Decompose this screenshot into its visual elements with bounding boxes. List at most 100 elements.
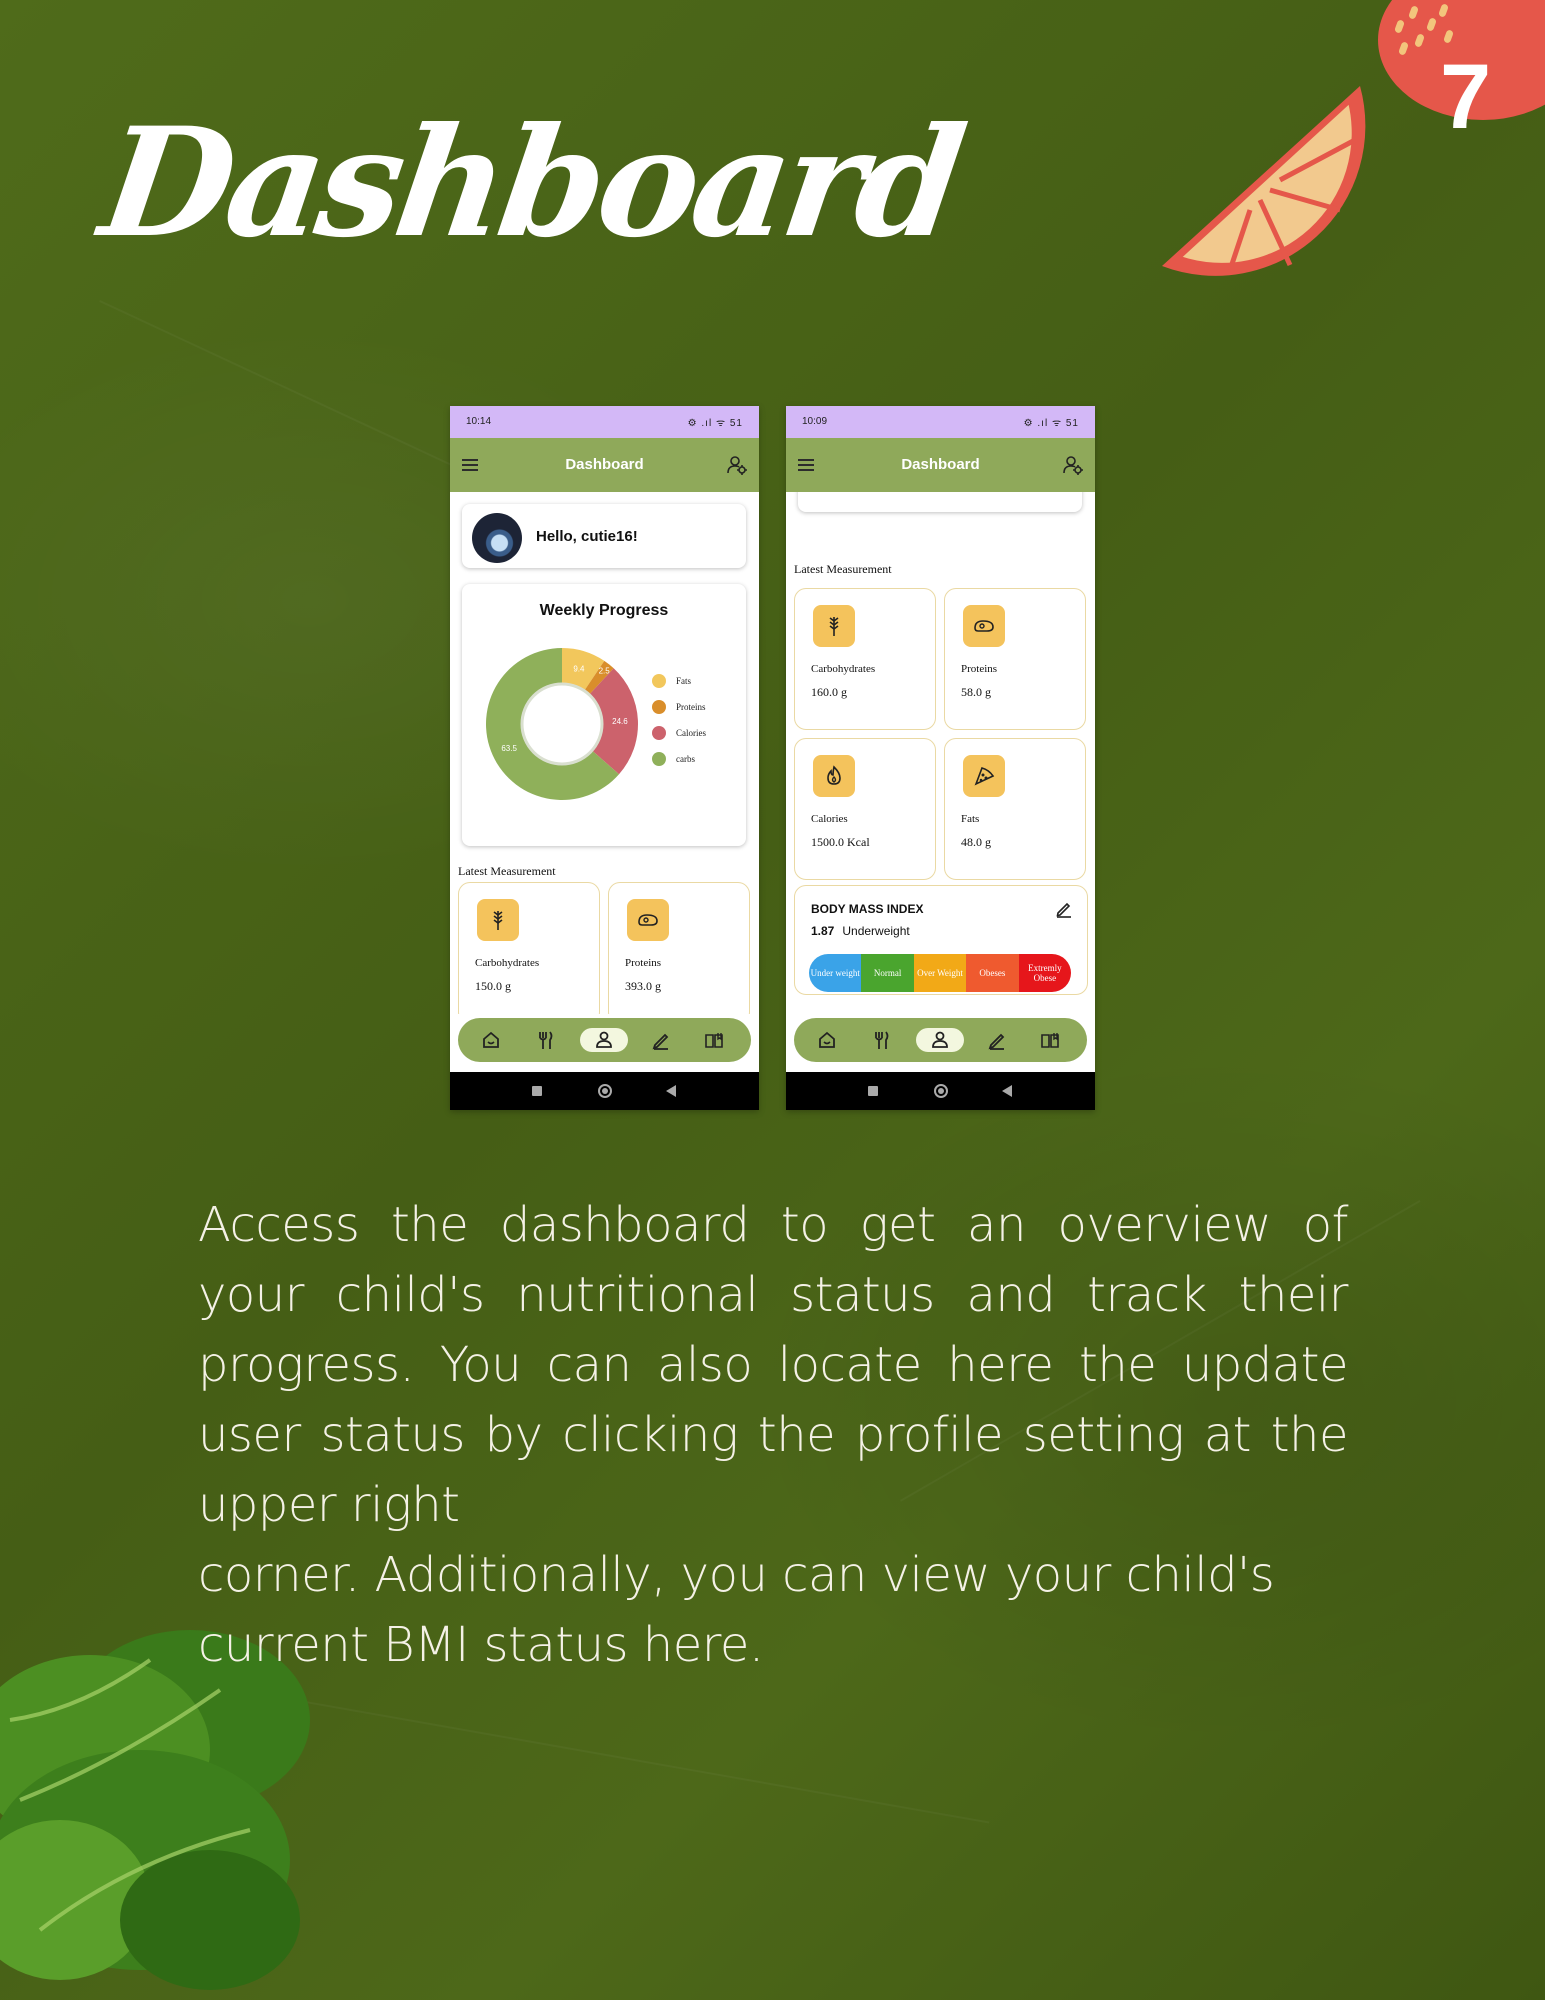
measurement-card-carbohydrates[interactable]: Carbohydrates 160.0 g — [794, 588, 936, 730]
measurement-label: Proteins — [625, 957, 662, 969]
bmi-value: 1.87 — [811, 924, 835, 938]
bmi-title: BODY MASS INDEX — [811, 902, 924, 916]
status-time: 10:14 — [466, 416, 492, 427]
home-icon[interactable] — [816, 1029, 838, 1051]
measurement-card-carbohydrates[interactable]: Carbohydrates 150.0 g — [458, 882, 600, 1014]
measurement-card-proteins[interactable]: Proteins 393.0 g — [608, 882, 750, 1014]
status-icons: ⚙ .ıl ᯤ 51 — [687, 418, 743, 429]
avatar[interactable] — [472, 513, 522, 563]
greeting-card: Hello, cutie16! — [462, 504, 746, 568]
measurement-value: 48.0 g — [961, 835, 991, 849]
donut-label: 63.5 — [501, 744, 517, 753]
home-button[interactable] — [598, 1084, 612, 1098]
recents-button[interactable] — [532, 1086, 542, 1096]
bmi-reading: 1.87 Underweight — [811, 924, 910, 938]
bmi-scale-underweight: Under weight — [809, 954, 862, 992]
wheat-icon — [829, 617, 839, 636]
back-button[interactable] — [666, 1085, 676, 1097]
measurement-value: 160.0 g — [811, 685, 847, 699]
donut-label: 9.4 — [573, 665, 585, 674]
page-title: Dashboard — [91, 95, 970, 271]
profile-settings-icon[interactable] — [726, 454, 748, 476]
latest-measurement-title: Latest Measurement — [794, 562, 892, 576]
description-body: Access the dashboard to get an overview … — [198, 1197, 1349, 1533]
utensils-icon[interactable] — [534, 1029, 556, 1051]
weekly-progress-card: Weekly Progress 9.4 2.5 24.6 63.5 Fats Prote… — [462, 584, 746, 846]
legend-label: Fats — [676, 676, 692, 686]
bmi-scale-obese: Obeses — [966, 954, 1019, 992]
bmi-scale-normal: Normal — [861, 954, 914, 992]
legend-item: Fats — [652, 674, 706, 688]
book-icon[interactable] — [1039, 1029, 1061, 1051]
greeting-text: Hello, cutie16! — [536, 528, 638, 545]
meat-icon-box — [963, 605, 1005, 647]
legend-swatch — [652, 752, 666, 766]
bmi-scale-overweight: Over Weight — [913, 954, 967, 992]
progress-title: Weekly Progress — [539, 602, 669, 619]
chart-legend: Fats Proteins Calories carbs — [652, 674, 706, 778]
measurement-value: 150.0 g — [475, 979, 511, 993]
home-icon[interactable] — [480, 1029, 502, 1051]
latest-measurement-title: Latest Measurement — [458, 864, 556, 878]
app-bar-title: Dashboard — [565, 456, 644, 473]
edit-icon[interactable] — [1055, 900, 1073, 918]
book-icon[interactable] — [703, 1029, 725, 1051]
measurement-label: Calories — [811, 813, 848, 825]
legend-swatch — [652, 700, 666, 714]
legend-label: Proteins — [676, 702, 706, 712]
edit-icon[interactable] — [650, 1029, 672, 1051]
pizza-icon-box — [963, 755, 1005, 797]
legend-item: carbs — [652, 752, 706, 766]
bmi-scale-extremely-obese: Extremly Obese — [1018, 954, 1071, 992]
flame-icon — [827, 765, 841, 785]
status-icons: ⚙ .ıl ᯤ 51 — [1023, 418, 1079, 429]
app-bar-title: Dashboard — [901, 456, 980, 473]
app-bar: Dashboard — [786, 438, 1095, 492]
measurement-label: Proteins — [961, 663, 998, 675]
measurement-value: 393.0 g — [625, 979, 661, 993]
phone-screenshot-2: 10:09 ⚙ .ıl ᯤ 51 Dashboard Latest Measur… — [786, 406, 1095, 1110]
meat-icon — [974, 620, 994, 632]
description-text: Access the dashboard to get an overview … — [198, 1190, 1349, 1680]
wheat-icon-box — [477, 899, 519, 941]
wheat-icon — [493, 911, 503, 930]
measurement-value: 1500.0 Kcal — [811, 835, 870, 849]
meat-icon-box — [627, 899, 669, 941]
phone-screenshot-1: 10:14 ⚙ .ıl ᯤ 51 Dashboard Hello, cutie1… — [450, 406, 759, 1110]
weekly-progress-card-scrolled — [798, 492, 1082, 512]
utensils-icon[interactable] — [870, 1029, 892, 1051]
back-button[interactable] — [1002, 1085, 1012, 1097]
recents-button[interactable] — [868, 1086, 878, 1096]
meat-icon — [638, 914, 658, 926]
pizza-icon — [974, 767, 995, 786]
profile-icon[interactable] — [929, 1029, 951, 1051]
measurement-card-proteins[interactable]: Proteins 58.0 g — [944, 588, 1086, 730]
donut-hole — [520, 682, 604, 766]
system-navigation-bar — [786, 1072, 1095, 1110]
orange-slice-icon — [1162, 86, 1366, 276]
donut-label: 24.6 — [612, 717, 628, 726]
legend-item: Proteins — [652, 700, 706, 714]
measurement-label: Carbohydrates — [811, 663, 876, 675]
home-button[interactable] — [934, 1084, 948, 1098]
bottom-navigation — [794, 1018, 1087, 1062]
measurement-label: Fats — [961, 813, 980, 825]
edit-icon[interactable] — [986, 1029, 1008, 1051]
legend-label: carbs — [676, 754, 695, 764]
measurement-card-calories[interactable]: Calories 1500.0 Kcal — [794, 738, 936, 880]
legend-swatch — [652, 726, 666, 740]
donut-chart: 9.4 2.524.663.5 — [486, 648, 638, 800]
profile-settings-icon[interactable] — [1062, 454, 1084, 476]
legend-label: Calories — [676, 728, 706, 738]
content-area: Hello, cutie16! Weekly Progress 9.4 2.5 24… — [450, 492, 759, 1014]
status-bar: 10:09 ⚙ .ıl ᯤ 51 — [786, 406, 1095, 438]
flame-icon-box — [813, 755, 855, 797]
legend-swatch — [652, 674, 666, 688]
page-number: 7 — [1440, 46, 1492, 148]
legend-item: Calories — [652, 726, 706, 740]
measurement-value: 58.0 g — [961, 685, 991, 699]
bmi-card: BODY MASS INDEX 1.87 Underweight Under we… — [794, 885, 1088, 995]
system-navigation-bar — [450, 1072, 759, 1110]
measurement-card-fats[interactable]: Fats 48.0 g — [944, 738, 1086, 880]
profile-icon[interactable] — [593, 1029, 615, 1051]
